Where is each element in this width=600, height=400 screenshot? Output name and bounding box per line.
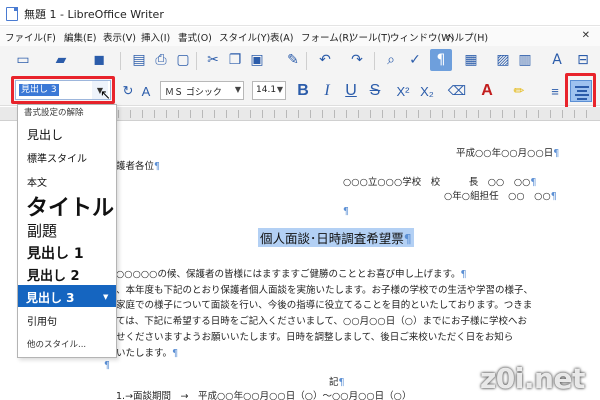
close-document-icon[interactable]: ✕ — [582, 30, 590, 41]
ruler-ticks — [118, 110, 588, 118]
clear-formatting-icon[interactable]: ⌫ — [446, 80, 468, 102]
style-option-heading-2[interactable]: 見出し 2 — [27, 265, 80, 284]
insert-image-icon[interactable]: ▨ — [492, 49, 514, 71]
italic-button[interactable]: I — [316, 80, 338, 102]
menu-styles[interactable]: スタイル(Y) — [219, 30, 270, 44]
doc-body-line: ては、下記に希望する日時をご記入くださいまして、○○月○○日（○）までにお子様に… — [116, 316, 527, 327]
menu-bar: ファイル(F) 編集(E) 表示(V) 挿入(I) 書式(O) スタイル(Y) … — [0, 27, 600, 47]
style-option-quotations[interactable]: 引用句 — [27, 313, 57, 328]
insert-chart-icon[interactable]: ▥ — [514, 49, 536, 71]
empty-paragraph-mark: ¶ — [343, 206, 350, 217]
style-option-heading-3[interactable]: 見出し 3 — [26, 289, 75, 306]
empty-paragraph-mark: ¶ — [104, 360, 111, 371]
menu-table[interactable]: 表(A) — [270, 30, 293, 44]
clone-formatting-icon[interactable]: ✎ — [282, 49, 304, 71]
doc-body-line: 、本年度も下記のとおり保護者個人面談を実施いたします。お子様の学校での生活や学習… — [116, 285, 534, 296]
toolbar-separator — [374, 52, 375, 70]
formatting-marks-icon[interactable]: ¶ — [430, 49, 452, 71]
cut-icon[interactable]: ✂ — [202, 49, 224, 71]
doc-body-line: いたします。¶ — [116, 348, 179, 359]
menu-format[interactable]: 書式(O) — [178, 30, 212, 44]
insert-table-icon[interactable]: ▦ — [460, 49, 482, 71]
style-option-heading-1[interactable]: 見出し 1 — [27, 243, 84, 263]
menu-tools[interactable]: ツール(T) — [349, 30, 391, 44]
menu-view[interactable]: 表示(V) — [103, 30, 136, 44]
doc-body-line: せくださいますようお願いいたします。日時を調整しまして、後日ご来校いただく日をお… — [116, 332, 514, 343]
undo-icon[interactable]: ↶ — [314, 49, 336, 71]
doc-body-line: ○○○○○の候、保護者の皆様にはますますご健勝のこととお喜び申し上げます。¶ — [116, 269, 467, 280]
print-preview-icon[interactable]: ▢ — [172, 49, 194, 71]
highlight-color-icon[interactable]: ✏ — [508, 80, 530, 102]
style-option-heading[interactable]: 見出し — [27, 126, 63, 143]
font-name-combobox[interactable]: ＭＳ ゴシック ▼ — [160, 81, 244, 100]
copy-icon[interactable]: ❐ — [224, 49, 246, 71]
spelling-icon[interactable]: ✓ — [404, 49, 426, 71]
window-title: 無題 1 - LibreOffice Writer — [24, 8, 164, 21]
subscript-button[interactable]: X₂ — [416, 80, 438, 102]
toolbar-separator — [306, 52, 307, 70]
style-option-body-text[interactable]: 本文 — [27, 174, 47, 189]
style-option-title[interactable]: タイトル — [26, 190, 114, 222]
export-pdf-icon[interactable]: ▤ — [128, 49, 150, 71]
print-icon[interactable]: ⎙ — [150, 49, 172, 71]
highlight-frame-align-center — [565, 73, 596, 111]
strikethrough-button[interactable]: S — [364, 80, 386, 102]
toolbar-separator — [196, 52, 197, 70]
font-size-value: 14.1 — [256, 85, 277, 95]
title-bar: 無題 1 - LibreOffice Writer — [0, 0, 600, 26]
doc-item-1: 1.→面談期間 → 平成○○年○○月○○日（○）～○○月○○日（○） — [116, 391, 412, 400]
chevron-down-icon[interactable]: ▼ — [103, 293, 108, 301]
style-option-default[interactable]: 標準スタイル — [27, 150, 87, 165]
doc-teacher: ○年○組担任 ○○ ○○¶ — [444, 191, 557, 202]
doc-title-selected[interactable]: 個人面談･日時調査希望票¶ — [258, 228, 414, 247]
insert-page-break-icon[interactable]: ⊟ — [572, 49, 594, 71]
style-option-clear-formatting[interactable]: 書式設定の解除 — [24, 106, 84, 118]
save-icon[interactable]: ◼ — [88, 49, 110, 71]
underline-button[interactable]: U — [340, 80, 362, 102]
standard-toolbar: ▭ ▰ ◼ ▤ ⎙ ▢ ✂ ❐ ▣ ✎ ↶ ↷ ⌕ ✓ ¶ ▦ ▨ ▥ A ⊟ — [0, 46, 600, 76]
menu-edit[interactable]: 編集(E) — [64, 30, 96, 44]
new-style-icon[interactable]: A — [135, 80, 157, 102]
bold-button[interactable]: B — [292, 80, 314, 102]
menu-help[interactable]: ヘルプ(H) — [445, 30, 488, 44]
site-watermark: z0i.net — [480, 362, 585, 395]
font-name-value: ＭＳ ゴシック — [165, 88, 222, 98]
doc-addressee: 護者各位¶ — [116, 161, 161, 172]
redo-icon[interactable]: ↷ — [346, 49, 368, 71]
find-replace-icon[interactable]: ⌕ — [380, 49, 402, 71]
menu-insert[interactable]: 挿入(I) — [141, 30, 170, 44]
insert-textbox-icon[interactable]: A — [546, 49, 568, 71]
open-folder-icon[interactable]: ▰ — [50, 49, 72, 71]
doc-ki: 記¶ — [329, 377, 345, 388]
new-document-icon[interactable]: ▭ — [12, 49, 34, 71]
style-option-subtitle[interactable]: 副題 — [27, 220, 57, 241]
style-option-more-styles[interactable]: 他のスタイル... — [27, 338, 86, 350]
superscript-button[interactable]: X² — [392, 80, 414, 102]
doc-date: 平成○○年○○月○○日¶ — [456, 148, 560, 159]
writer-logo-icon — [6, 7, 18, 21]
chevron-down-icon[interactable]: ▼ — [277, 85, 283, 94]
font-color-button[interactable]: A — [476, 80, 498, 102]
mouse-pointer-icon: ↖ — [100, 88, 111, 103]
paste-icon[interactable]: ▣ — [246, 49, 268, 71]
font-size-combobox[interactable]: 14.1 ▼ — [252, 81, 286, 100]
menu-file[interactable]: ファイル(F) — [5, 30, 56, 44]
toolbar-separator — [120, 52, 121, 70]
menu-form[interactable]: フォーム(R) — [301, 30, 353, 44]
chevron-down-icon[interactable]: ▼ — [235, 85, 241, 94]
doc-school: ○○○立○○○学校 校 長 ○○ ○○¶ — [343, 177, 537, 188]
doc-body-line: 家庭での様子について面談を行い、今後の指導に役立てることを目的といたしております… — [116, 300, 533, 311]
align-left-icon[interactable]: ≡ — [544, 80, 566, 102]
